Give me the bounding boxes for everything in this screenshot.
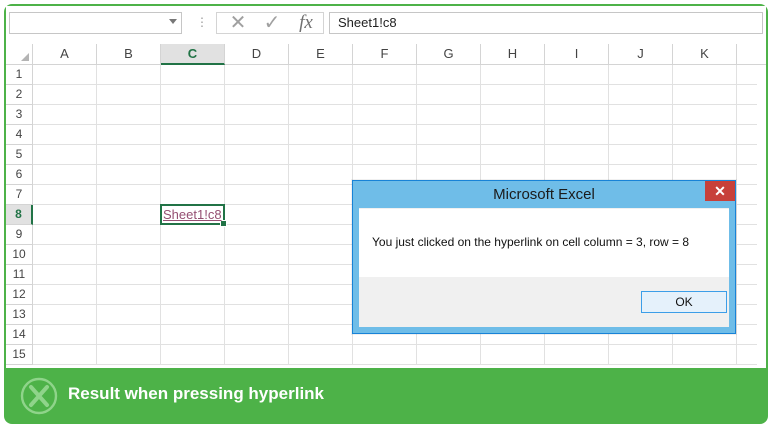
excel-window: ⋮ ✕ ✓ fx Sheet1!c8 ABCDEFGHIJK1234567891… [6, 6, 766, 368]
column-header-g[interactable]: G [417, 44, 481, 65]
row-header-3[interactable]: 3 [6, 105, 33, 125]
row-header-4[interactable]: 4 [6, 125, 33, 145]
column-header-e[interactable]: E [289, 44, 353, 65]
row-header-9[interactable]: 9 [6, 225, 33, 245]
insert-function-icon[interactable]: fx [291, 13, 321, 33]
gridline-horizontal [33, 344, 757, 345]
column-header-i[interactable]: I [545, 44, 609, 65]
enter-check-icon[interactable]: ✓ [257, 13, 287, 33]
message-dialog: Microsoft Excel ✕ You just clicked on th… [352, 180, 736, 334]
gridline-horizontal [33, 164, 757, 165]
column-header-a[interactable]: A [33, 44, 97, 65]
ok-button[interactable]: OK [641, 291, 727, 313]
gridline-horizontal [33, 364, 757, 365]
select-all-button[interactable] [6, 44, 33, 65]
cell-hyperlink[interactable]: Sheet1!c8 [163, 206, 222, 224]
column-header-c[interactable]: C [161, 44, 225, 65]
select-all-triangle-icon [21, 53, 29, 61]
dialog-body: You just clicked on the hyperlink on cel… [359, 209, 729, 277]
row-header-5[interactable]: 5 [6, 145, 33, 165]
excel-logo-icon [20, 377, 58, 415]
dialog-title: Microsoft Excel [493, 186, 595, 203]
row-header-2[interactable]: 2 [6, 85, 33, 105]
formula-bar: ⋮ ✕ ✓ fx Sheet1!c8 [6, 6, 766, 44]
dialog-footer: OK [359, 277, 729, 325]
close-button[interactable]: ✕ [705, 181, 735, 201]
formula-buttons: ✕ ✓ fx [216, 12, 324, 34]
name-box[interactable] [9, 12, 182, 34]
row-header-12[interactable]: 12 [6, 285, 33, 305]
column-header-b[interactable]: B [97, 44, 161, 65]
gridline-horizontal [33, 144, 757, 145]
gridline-vertical [288, 65, 289, 365]
column-header-partial[interactable] [737, 44, 766, 65]
cancel-icon[interactable]: ✕ [223, 13, 253, 33]
caption-banner: Result when pressing hyperlink [4, 372, 768, 420]
row-header-15[interactable]: 15 [6, 345, 33, 365]
banner-caption: Result when pressing hyperlink [68, 384, 325, 403]
gridline-vertical [736, 65, 737, 365]
row-header-7[interactable]: 7 [6, 185, 33, 205]
gridline-horizontal [33, 104, 757, 105]
row-header-13[interactable]: 13 [6, 305, 33, 325]
column-header-h[interactable]: H [481, 44, 545, 65]
row-header-14[interactable]: 14 [6, 325, 33, 345]
formula-bar-grip: ⋮ [196, 15, 208, 29]
row-header-11[interactable]: 11 [6, 265, 33, 285]
column-header-d[interactable]: D [225, 44, 289, 65]
chevron-down-icon[interactable] [169, 19, 177, 24]
gridline-vertical [96, 65, 97, 365]
row-header-10[interactable]: 10 [6, 245, 33, 265]
row-header-1[interactable]: 1 [6, 65, 33, 85]
column-header-j[interactable]: J [609, 44, 673, 65]
row-header-8[interactable]: 8 [6, 205, 33, 225]
column-header-f[interactable]: F [353, 44, 417, 65]
dialog-titlebar[interactable]: Microsoft Excel ✕ [353, 181, 735, 208]
gridline-horizontal [33, 84, 757, 85]
dialog-message: You just clicked on the hyperlink on cel… [372, 235, 690, 249]
gridline-horizontal [33, 124, 757, 125]
formula-input[interactable]: Sheet1!c8 [329, 12, 763, 34]
column-header-k[interactable]: K [673, 44, 737, 65]
row-header-6[interactable]: 6 [6, 165, 33, 185]
